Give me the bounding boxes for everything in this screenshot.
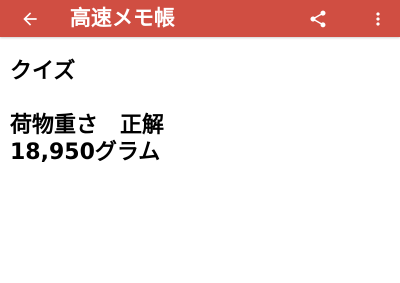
more-options-button[interactable] [366,0,390,37]
app-toolbar: 高速メモ帳 [0,0,400,37]
memo-line-2 [10,85,390,112]
memo-line-4: 18,950グラム [10,140,161,165]
memo-line-1: クイズ [10,59,76,84]
back-button[interactable] [14,0,46,37]
app-title: 高速メモ帳 [70,6,175,30]
more-vert-icon [376,11,380,26]
share-button[interactable] [302,0,334,37]
memo-app: 高速メモ帳 クイズ 荷物重さ 正解 18,950グラム [0,0,400,283]
memo-line-3: 荷物重さ 正解 [10,113,165,138]
arrow-left-icon [23,11,37,26]
memo-content[interactable]: クイズ 荷物重さ 正解 18,950グラム [10,58,390,166]
share-icon [310,10,326,27]
